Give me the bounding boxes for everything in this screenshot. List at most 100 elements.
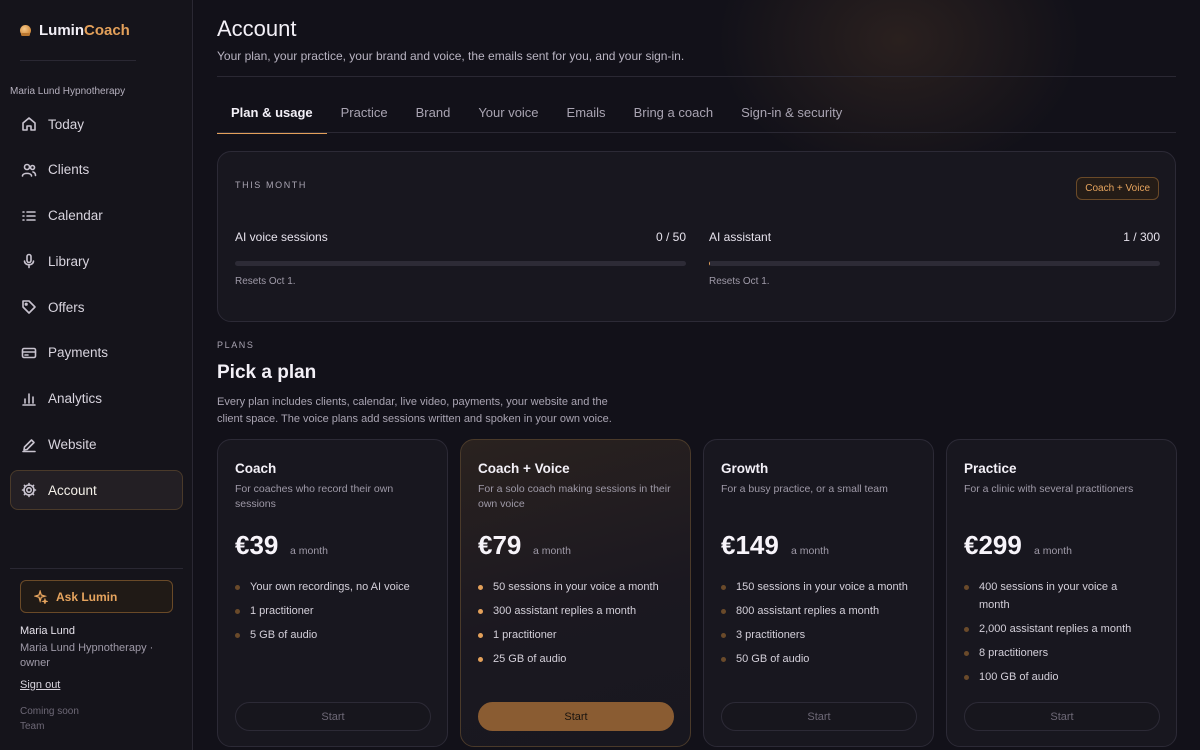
plan-card-practice: Practice For a clinic with several pract…: [946, 439, 1177, 747]
sidebar-item-today[interactable]: Today: [10, 104, 183, 144]
bar-chart-icon: [22, 392, 36, 406]
edit-icon: [22, 438, 36, 452]
sidebar-item-label: Library: [48, 253, 90, 269]
account-tabs: Plan & usage Practice Brand Your voice E…: [217, 91, 856, 134]
sidebar-item-offers[interactable]: Offers: [10, 287, 183, 327]
sparkle-icon: [34, 589, 48, 604]
list-icon: [22, 210, 36, 221]
plan-feature: 100 GB of audio: [964, 668, 1134, 686]
sidebar: LuminCoach Maria Lund Hypnotherapy Today…: [0, 0, 193, 750]
plan-card-coach-voice: Coach + Voice For a solo coach making se…: [460, 439, 691, 747]
users-icon: [21, 163, 37, 177]
tab-your-voice[interactable]: Your voice: [464, 91, 552, 133]
plan-feature: 150 sessions in your voice a month: [721, 578, 921, 596]
microphone-icon: [23, 254, 35, 269]
plan-feature: 800 assistant replies a month: [721, 602, 921, 620]
plan-feature: 1 practitioner: [478, 626, 678, 644]
plan-period: a month: [533, 545, 571, 557]
plan-feature: 5 GB of audio: [235, 626, 435, 644]
sidebar-item-label: Clients: [48, 162, 90, 178]
meter-value: 1 / 300: [1123, 230, 1160, 244]
plan-feature: 300 assistant replies a month: [478, 602, 678, 620]
usage-card: THIS MONTH Coach + Voice AI voice sessio…: [217, 151, 1176, 322]
plan-description: For coaches who record their own session…: [235, 483, 394, 510]
home-icon: [22, 117, 36, 131]
plan-price: €299: [964, 530, 1022, 560]
logo-icon: [20, 24, 31, 36]
sidebar-item-label: Payments: [48, 345, 109, 361]
start-button[interactable]: Start: [721, 702, 917, 731]
sidebar-item-label: Account: [48, 482, 97, 498]
usage-heading: THIS MONTH: [235, 180, 307, 190]
plan-name: Coach: [235, 461, 277, 476]
sidebar-item-account[interactable]: Account: [10, 470, 183, 511]
tab-plan-usage[interactable]: Plan & usage: [217, 91, 327, 134]
sidebar-item-label: Calendar: [48, 208, 103, 224]
plan-feature: 1 practitioner: [235, 602, 435, 620]
plan-features: Your own recordings, no AI voice 1 pract…: [235, 578, 435, 650]
main-content: Account Your plan, your practice, your b…: [194, 0, 1200, 750]
page-subtitle: Your plan, your practice, your brand and…: [217, 49, 685, 63]
plan-name: Growth: [721, 461, 769, 476]
plan-period: a month: [1034, 545, 1072, 557]
user-name: Maria Lund: [20, 625, 76, 637]
sidebar-item-label: Website: [48, 437, 97, 453]
plan-features: 400 sessions in your voice a month 2,000…: [964, 578, 1134, 692]
sidebar-item-payments[interactable]: Payments: [10, 333, 183, 373]
current-plan-badge: Coach + Voice: [1076, 177, 1159, 200]
sidebar-item-label: Analytics: [48, 391, 103, 407]
brand-logo[interactable]: LuminCoach: [20, 21, 130, 39]
plan-name: Practice: [964, 461, 1017, 476]
plans-description: Every plan includes clients, calendar, l…: [217, 396, 612, 425]
plan-feature: 50 sessions in your voice a month: [478, 578, 678, 596]
brand-name-part2: Coach: [84, 21, 130, 39]
start-button[interactable]: Start: [964, 702, 1160, 731]
sidebar-item-label: Offers: [48, 299, 85, 315]
plan-price: €79: [478, 530, 522, 560]
sidebar-item-clients[interactable]: Clients: [10, 150, 183, 190]
gear-icon: [21, 483, 37, 498]
plan-period: a month: [791, 545, 829, 557]
sidebar-item-website[interactable]: Website: [10, 425, 183, 465]
plan-feature: 2,000 assistant replies a month: [964, 620, 1134, 638]
sidebar-item-library[interactable]: Library: [10, 241, 183, 281]
team-item: Team: [20, 721, 45, 732]
plan-features: 50 sessions in your voice a month 300 as…: [478, 578, 678, 674]
card-icon: [21, 347, 37, 359]
sidebar-item-label: Today: [48, 116, 85, 132]
plan-feature: 50 GB of audio: [721, 650, 921, 668]
meter-reset-note: Resets Oct 1.: [235, 276, 296, 287]
plan-name: Coach + Voice: [478, 461, 570, 476]
divider: [10, 568, 183, 569]
plan-price: €149: [721, 530, 779, 560]
plan-features: 150 sessions in your voice a month 800 a…: [721, 578, 921, 674]
tab-emails[interactable]: Emails: [553, 91, 620, 133]
plan-feature: Your own recordings, no AI voice: [235, 578, 435, 596]
ask-lumin-label: Ask Lumin: [56, 589, 118, 604]
plan-description: For a solo coach making sessions in thei…: [478, 483, 671, 510]
tab-practice[interactable]: Practice: [327, 91, 402, 133]
plan-card-coach: Coach For coaches who record their own s…: [217, 439, 448, 747]
user-role: Maria Lund Hypnotherapy · owner: [20, 642, 154, 669]
tab-bring-a-coach[interactable]: Bring a coach: [620, 91, 728, 133]
coming-soon-label: Coming soon: [20, 706, 79, 717]
plan-feature: 3 practitioners: [721, 626, 921, 644]
plan-feature: 25 GB of audio: [478, 650, 678, 668]
divider: [20, 60, 136, 61]
divider: [217, 76, 1176, 77]
tab-sign-in-security[interactable]: Sign-in & security: [727, 91, 856, 133]
start-button[interactable]: Start: [235, 702, 431, 731]
sidebar-item-calendar[interactable]: Calendar: [10, 196, 183, 236]
plan-feature: 8 practitioners: [964, 644, 1134, 662]
meter-label: AI voice sessions: [235, 230, 328, 244]
divider: [217, 132, 1176, 133]
tab-brand[interactable]: Brand: [402, 91, 465, 133]
meter-track: [235, 261, 686, 266]
sign-out-link[interactable]: Sign out: [20, 679, 60, 691]
meter-value: 0 / 50: [655, 230, 686, 244]
meter-fill: [709, 261, 711, 266]
ask-lumin-button[interactable]: Ask Lumin: [20, 580, 173, 613]
sidebar-item-analytics[interactable]: Analytics: [10, 379, 183, 419]
meter-reset-note: Resets Oct 1.: [709, 276, 770, 287]
start-button[interactable]: Start: [478, 702, 674, 731]
